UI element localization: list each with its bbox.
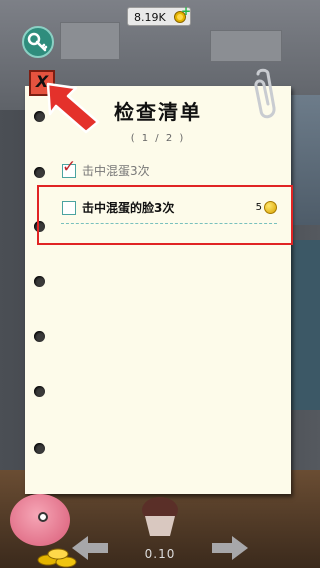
- task-label: 击中混蛋3次: [82, 164, 150, 178]
- ceiling-light: [210, 30, 282, 62]
- add-coins-button[interactable]: +: [181, 4, 191, 18]
- piggy-eye: [38, 512, 48, 522]
- binder-hole: [34, 386, 45, 397]
- wall-board: [286, 240, 320, 410]
- binder-hole: [34, 331, 45, 342]
- binder-hole: [34, 167, 45, 178]
- pointer-arrow-icon: [46, 82, 100, 134]
- bottom-value: 0.10: [144, 547, 176, 561]
- checkmark-icon: ✓: [62, 156, 77, 177]
- coin-count: 8.19K: [134, 11, 166, 24]
- binder-hole: [34, 276, 45, 287]
- highlight-frame: [37, 185, 293, 245]
- cupcake: [142, 497, 178, 536]
- binder-hole: [34, 443, 45, 454]
- task-checkbox: ✓: [62, 158, 76, 178]
- paperclip-icon: [254, 68, 276, 119]
- task-row-completed: ✓ 击中混蛋3次: [62, 158, 277, 179]
- checklist-paper: 检查清单 ( 1 / 2 ) ✓ 击中混蛋3次 击中混蛋的脸3次 5: [25, 86, 291, 494]
- key-icon: [27, 32, 48, 52]
- ceiling-light: [60, 22, 120, 60]
- key-button[interactable]: [22, 26, 54, 58]
